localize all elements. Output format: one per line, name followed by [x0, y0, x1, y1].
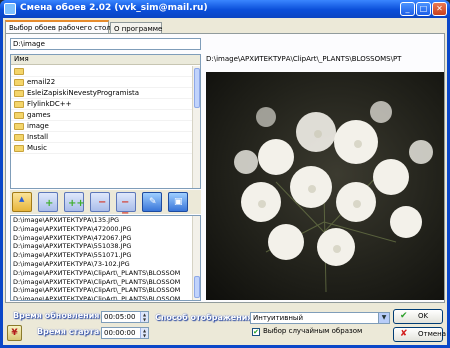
flower-cluster-image	[234, 101, 433, 293]
start-time-value: 00:00:00	[104, 329, 136, 337]
update-time-label: Время обновления	[13, 311, 100, 320]
folder-list-item[interactable]	[11, 66, 192, 77]
desktop-icon[interactable]: ▣	[168, 192, 188, 212]
start-time-label: Время старта	[37, 327, 100, 336]
file-list-item[interactable]: D:\image\АРХИТЕКТУРА\ClipArt\_PLANTS\BLO…	[11, 295, 193, 300]
folder-list: email22 EsleiZapiskiNevestyProgramista Fly…	[11, 66, 192, 154]
folder-name: Install	[27, 133, 49, 141]
display-mode-value: Интуитивный	[253, 314, 303, 322]
file-list-item[interactable]: D:\image\АРХИТЕКТУРА\551038.JPG	[11, 242, 193, 251]
maximize-button[interactable]: □	[416, 2, 431, 16]
folder-icon	[14, 90, 24, 97]
client-area: Выбор обоев рабочего стола О программе D…	[3, 18, 447, 345]
file-list-pane: D:\image\АРХИТЕКТУРА\135.JPG D:\image\АРХ…	[10, 215, 201, 301]
folder-icon	[14, 112, 24, 119]
folder-icon	[14, 134, 24, 141]
update-time-value: 00:05:00	[104, 313, 136, 321]
file-list-item[interactable]: D:\image\АРХИТЕКТУРА\ClipArt\_PLANTS\BLO…	[11, 286, 193, 295]
tab-panel: D:\image Имя email22 EsleiZapiskiNevestyP…	[5, 33, 445, 303]
window-title: Смена обоев 2.02 (vvk_sim@mail.ru)	[20, 3, 208, 13]
update-time-spin-icon[interactable]: ▲ ▼	[140, 312, 148, 322]
cancel-button-label: Отмена	[418, 330, 447, 338]
chevron-down-icon[interactable]: ▼	[378, 313, 389, 323]
file-list-item[interactable]: D:\image\АРХИТЕКТУРА\472067.JPG	[11, 234, 193, 243]
folder-name: Music	[27, 144, 47, 152]
app-icon	[4, 3, 16, 15]
folder-list-item[interactable]: Music	[11, 143, 192, 154]
title-bar[interactable]: Смена обоев 2.02 (vvk_sim@mail.ru) _ □ ✕	[0, 0, 450, 18]
folder-icon	[14, 79, 24, 86]
folder-list-item[interactable]: image	[11, 121, 192, 132]
ok-button-label: OK	[418, 312, 429, 320]
display-mode-select[interactable]: Интуитивный ▼	[250, 312, 390, 324]
settings-bar: Время обновления 00:05:00 ▲ ▼ ¥ Время ста…	[3, 305, 447, 345]
remove-icon[interactable]: −	[90, 192, 110, 212]
minimize-button[interactable]: _	[400, 2, 415, 16]
folder-list-item[interactable]: FlylinkDC++	[11, 99, 192, 110]
file-list-item[interactable]: D:\image\АРХИТЕКТУРА\135.JPG	[11, 216, 193, 225]
wallpaper-preview-image	[206, 72, 444, 300]
folder-icon	[14, 123, 24, 130]
folder-name: FlylinkDC++	[27, 100, 72, 108]
folder-icon	[14, 101, 24, 108]
start-time-spin-icon[interactable]: ▲ ▼	[140, 328, 148, 338]
file-list-item[interactable]: D:\image\АРХИТЕКТУРА\ClipArt\_PLANTS\BLO…	[11, 269, 193, 278]
random-checkbox[interactable]: ✔	[252, 328, 260, 336]
app-window: Смена обоев 2.02 (vvk_sim@mail.ru) _ □ ✕…	[0, 0, 450, 348]
file-scrollbar[interactable]	[192, 216, 200, 300]
file-list-item[interactable]: D:\image\АРХИТЕКТУРА\472000.JPG	[11, 225, 193, 234]
display-mode-label: Способ отображения	[155, 313, 253, 322]
cross-icon: ✘	[400, 329, 408, 339]
update-time-input[interactable]: 00:05:00 ▲ ▼	[101, 311, 149, 323]
name-column-header[interactable]: Имя	[11, 55, 200, 65]
folder-name: image	[27, 122, 49, 130]
file-scroll-thumb[interactable]	[194, 276, 200, 298]
preview-path-label: D:\image\АРХИТЕКТУРА\ClipArt\_PLANTS\BLO…	[206, 55, 402, 63]
settings-icon[interactable]: ✎	[142, 192, 162, 212]
app-logo-icon: ¥	[7, 325, 22, 341]
folder-list-item[interactable]: games	[11, 110, 192, 121]
folder-list-pane: Имя email22 EsleiZapiskiNevestyProgramist…	[10, 54, 201, 189]
folder-name: EsleiZapiskiNevestyProgramista	[27, 89, 140, 97]
clear-list-icon[interactable]: −−	[116, 192, 136, 219]
folder-scrollbar[interactable]	[192, 66, 200, 188]
ok-button[interactable]: ✔ OK	[393, 309, 443, 324]
add-all-icon[interactable]: ++	[64, 192, 85, 212]
close-button[interactable]: ✕	[432, 2, 447, 16]
tab-wallpaper-selection[interactable]: Выбор обоев рабочего стола	[5, 20, 115, 34]
add-files-icon[interactable]: +	[38, 192, 58, 212]
folder-scroll-thumb[interactable]	[194, 68, 200, 108]
file-list-item[interactable]: D:\image\АРХИТЕКТУРА\ClipArt\_PLANTS\BLO…	[11, 278, 193, 287]
folder-list-item[interactable]: EsleiZapiskiNevestyProgramista	[11, 88, 192, 99]
folder-icon	[14, 68, 24, 75]
file-list-item[interactable]: D:\image\АРХИТЕКТУРА\551071.JPG	[11, 251, 193, 260]
start-time-input[interactable]: 00:00:00 ▲ ▼	[101, 327, 149, 339]
folder-up-icon[interactable]: ▲	[12, 192, 32, 212]
folder-name: email22	[27, 78, 56, 86]
cancel-button[interactable]: ✘ Отмена	[393, 327, 447, 342]
folder-icon	[14, 145, 24, 152]
file-toolbar: ▲ + ++ − −− ✎ ▣	[10, 190, 201, 219]
file-list: D:\image\АРХИТЕКТУРА\135.JPG D:\image\АРХ…	[11, 216, 193, 300]
folder-list-item[interactable]: email22	[11, 77, 192, 88]
random-checkbox-label[interactable]: Выбор случайным образом	[263, 327, 362, 335]
folder-path-field[interactable]: D:\image	[10, 38, 201, 50]
folder-list-item[interactable]: Install	[11, 132, 192, 143]
folder-name: games	[27, 111, 51, 119]
check-icon: ✔	[400, 311, 408, 321]
file-list-item[interactable]: D:\image\АРХИТЕКТУРА\73-102.JPG	[11, 260, 193, 269]
